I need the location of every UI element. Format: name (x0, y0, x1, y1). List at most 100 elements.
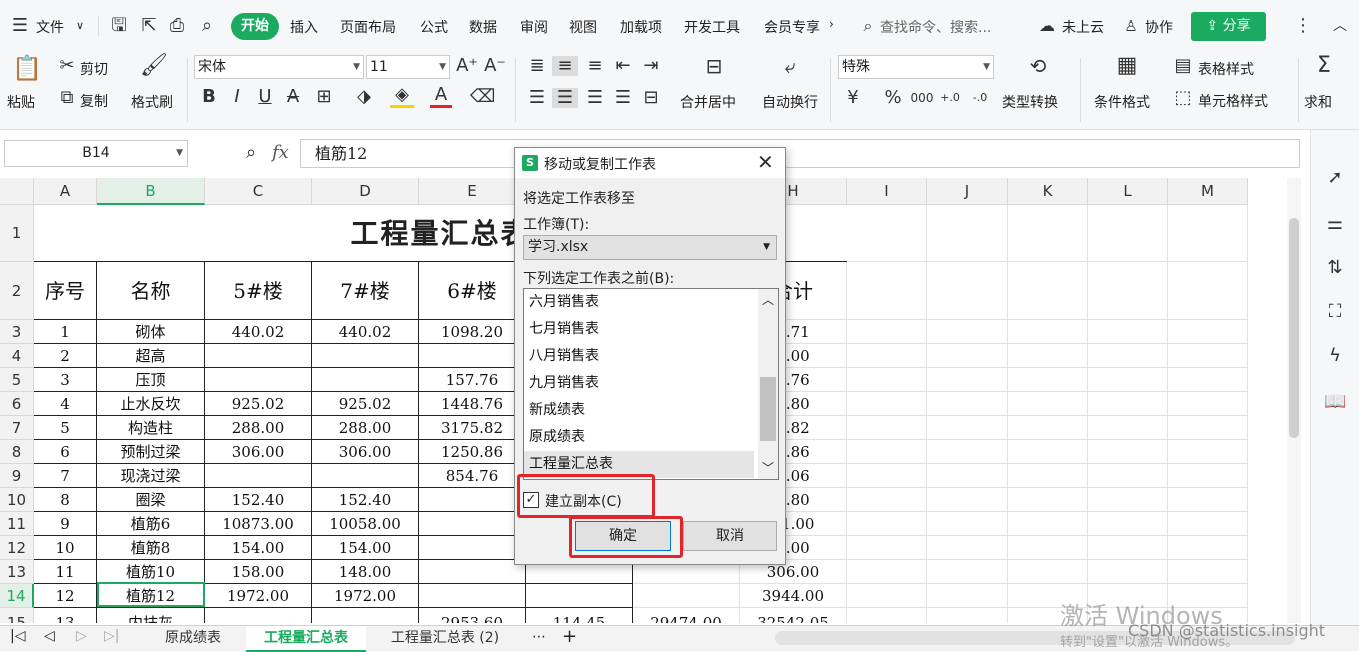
empty-cell[interactable] (1088, 440, 1168, 464)
strikethrough-icon[interactable]: A (282, 87, 304, 107)
empty-cell[interactable] (1008, 392, 1088, 416)
decimal-decrease-icon[interactable]: -.0 (968, 88, 992, 108)
empty-cell[interactable] (847, 205, 927, 262)
book-icon[interactable]: 📖 (1324, 392, 1346, 412)
empty-cell[interactable] (1008, 440, 1088, 464)
column-header-b[interactable]: B (97, 178, 205, 205)
type-convert-button[interactable]: 类型转换 (1002, 92, 1058, 112)
empty-cell[interactable] (927, 392, 1008, 416)
table-cell[interactable]: 13 (34, 608, 97, 623)
copy-button[interactable]: 复制 (80, 91, 108, 111)
column-header-i[interactable]: I (847, 178, 927, 205)
empty-cell[interactable] (1088, 262, 1168, 320)
bold-icon[interactable]: B (198, 87, 220, 107)
table-cell[interactable] (205, 368, 312, 392)
border-icon[interactable]: ⊞ (312, 87, 336, 107)
empty-cell[interactable] (1168, 392, 1248, 416)
empty-cell[interactable] (927, 344, 1008, 368)
empty-cell[interactable] (927, 608, 1008, 623)
wrap-text-button[interactable]: 自动换行 (762, 92, 818, 112)
empty-cell[interactable] (1168, 205, 1248, 262)
table-cell[interactable]: 8 (34, 488, 97, 512)
preview-icon[interactable]: ⌕ (196, 16, 218, 36)
empty-cell[interactable] (847, 344, 927, 368)
more-sheets-icon[interactable]: ⋯ (532, 629, 546, 645)
table-cell[interactable]: 29474.00 (633, 608, 740, 623)
empty-cell[interactable] (1168, 416, 1248, 440)
table-cell[interactable]: 306.00 (205, 440, 312, 464)
table-cell[interactable]: 1 (34, 320, 97, 344)
table-cell[interactable]: 157.76 (419, 368, 526, 392)
sheet-list-item[interactable]: 原成绩表 (524, 424, 754, 451)
table-cell[interactable]: 预制过梁 (97, 440, 205, 464)
table-cell[interactable]: 砌体 (97, 320, 205, 344)
empty-cell[interactable] (1008, 416, 1088, 440)
table-cell[interactable] (312, 368, 419, 392)
empty-cell[interactable] (927, 440, 1008, 464)
empty-cell[interactable] (927, 205, 1008, 262)
list-scrollbar[interactable]: ︿ ﹀ (758, 289, 778, 479)
empty-cell[interactable] (847, 416, 927, 440)
tab-addins[interactable]: 加载项 (620, 17, 662, 37)
header-cell[interactable]: 序号 (34, 262, 97, 320)
sheet-list-item[interactable]: 九月销售表 (524, 370, 754, 397)
table-cell[interactable] (205, 344, 312, 368)
last-sheet-icon[interactable]: ▷| (104, 628, 119, 644)
workbook-select[interactable]: 学习.xlsx ▼ (523, 235, 777, 260)
empty-cell[interactable] (1008, 320, 1088, 344)
align-left-icon[interactable]: ☰ (526, 88, 548, 108)
empty-cell[interactable] (1088, 488, 1168, 512)
fill-color-icon[interactable]: ◈ (390, 85, 414, 108)
table-cell[interactable]: 288.00 (312, 416, 419, 440)
justify-icon[interactable]: ☰ (612, 88, 634, 108)
empty-cell[interactable] (1088, 368, 1168, 392)
table-cell[interactable] (419, 536, 526, 560)
empty-cell[interactable] (1168, 536, 1248, 560)
formula-input[interactable]: 植筋12 (300, 139, 1300, 168)
sheet-list-item[interactable]: 六月销售表 (524, 289, 754, 316)
empty-cell[interactable] (847, 560, 927, 584)
settings-sliders-icon[interactable]: ⚌ (1324, 214, 1346, 234)
empty-cell[interactable] (1168, 320, 1248, 344)
sum-button[interactable]: 求和 (1304, 92, 1332, 112)
fx-icon[interactable]: fx (272, 142, 289, 163)
empty-cell[interactable] (927, 560, 1008, 584)
header-cell[interactable]: 5#楼 (205, 262, 312, 320)
font-color-icon[interactable]: A (430, 85, 452, 108)
cut-button[interactable]: 剪切 (80, 59, 108, 79)
share-button[interactable]: ⇪ 分享 (1191, 12, 1266, 41)
table-cell[interactable]: 440.02 (312, 320, 419, 344)
table-cell[interactable] (312, 608, 419, 623)
sheet-tab-original[interactable]: 原成绩表 (140, 626, 246, 652)
font-size-select[interactable]: 11 ▼ (366, 55, 450, 79)
first-sheet-icon[interactable]: |◁ (10, 628, 25, 644)
search-input[interactable]: 查找命令、搜索... (880, 17, 991, 37)
chevron-down-icon[interactable]: ∨ (76, 19, 84, 32)
hamburger-icon[interactable]: ☰ (10, 16, 30, 36)
empty-cell[interactable] (847, 584, 927, 608)
column-header-e[interactable]: E (419, 178, 526, 205)
row-header-5[interactable]: 5 (0, 368, 34, 392)
table-cell[interactable] (419, 584, 526, 608)
empty-cell[interactable] (1008, 512, 1088, 536)
row-header-13[interactable]: 13 (0, 560, 34, 584)
table-cell[interactable]: 158.00 (205, 560, 312, 584)
print-icon[interactable]: ⎙ (166, 16, 188, 36)
row-header-4[interactable]: 4 (0, 344, 34, 368)
row-header-2[interactable]: 2 (0, 262, 34, 320)
row-header-15[interactable]: 15 (0, 608, 34, 623)
empty-cell[interactable] (927, 416, 1008, 440)
tab-data[interactable]: 数据 (469, 17, 497, 37)
table-cell[interactable]: 植筋8 (97, 536, 205, 560)
tab-developer[interactable]: 开发工具 (684, 17, 740, 37)
cell-style-button[interactable]: 单元格样式 (1198, 91, 1268, 111)
font-name-select[interactable]: 宋体 ▼ (194, 55, 364, 79)
table-cell[interactable]: 内抹灰 (97, 608, 205, 623)
select-all-corner[interactable] (0, 178, 34, 205)
empty-cell[interactable] (927, 262, 1008, 320)
underline-icon[interactable]: U (254, 87, 276, 107)
table-cell[interactable] (205, 608, 312, 623)
dialog-titlebar[interactable]: S 移动或复制工作表 ✕ (515, 148, 785, 178)
table-cell[interactable] (419, 344, 526, 368)
prev-sheet-icon[interactable]: ◁ (44, 628, 55, 644)
